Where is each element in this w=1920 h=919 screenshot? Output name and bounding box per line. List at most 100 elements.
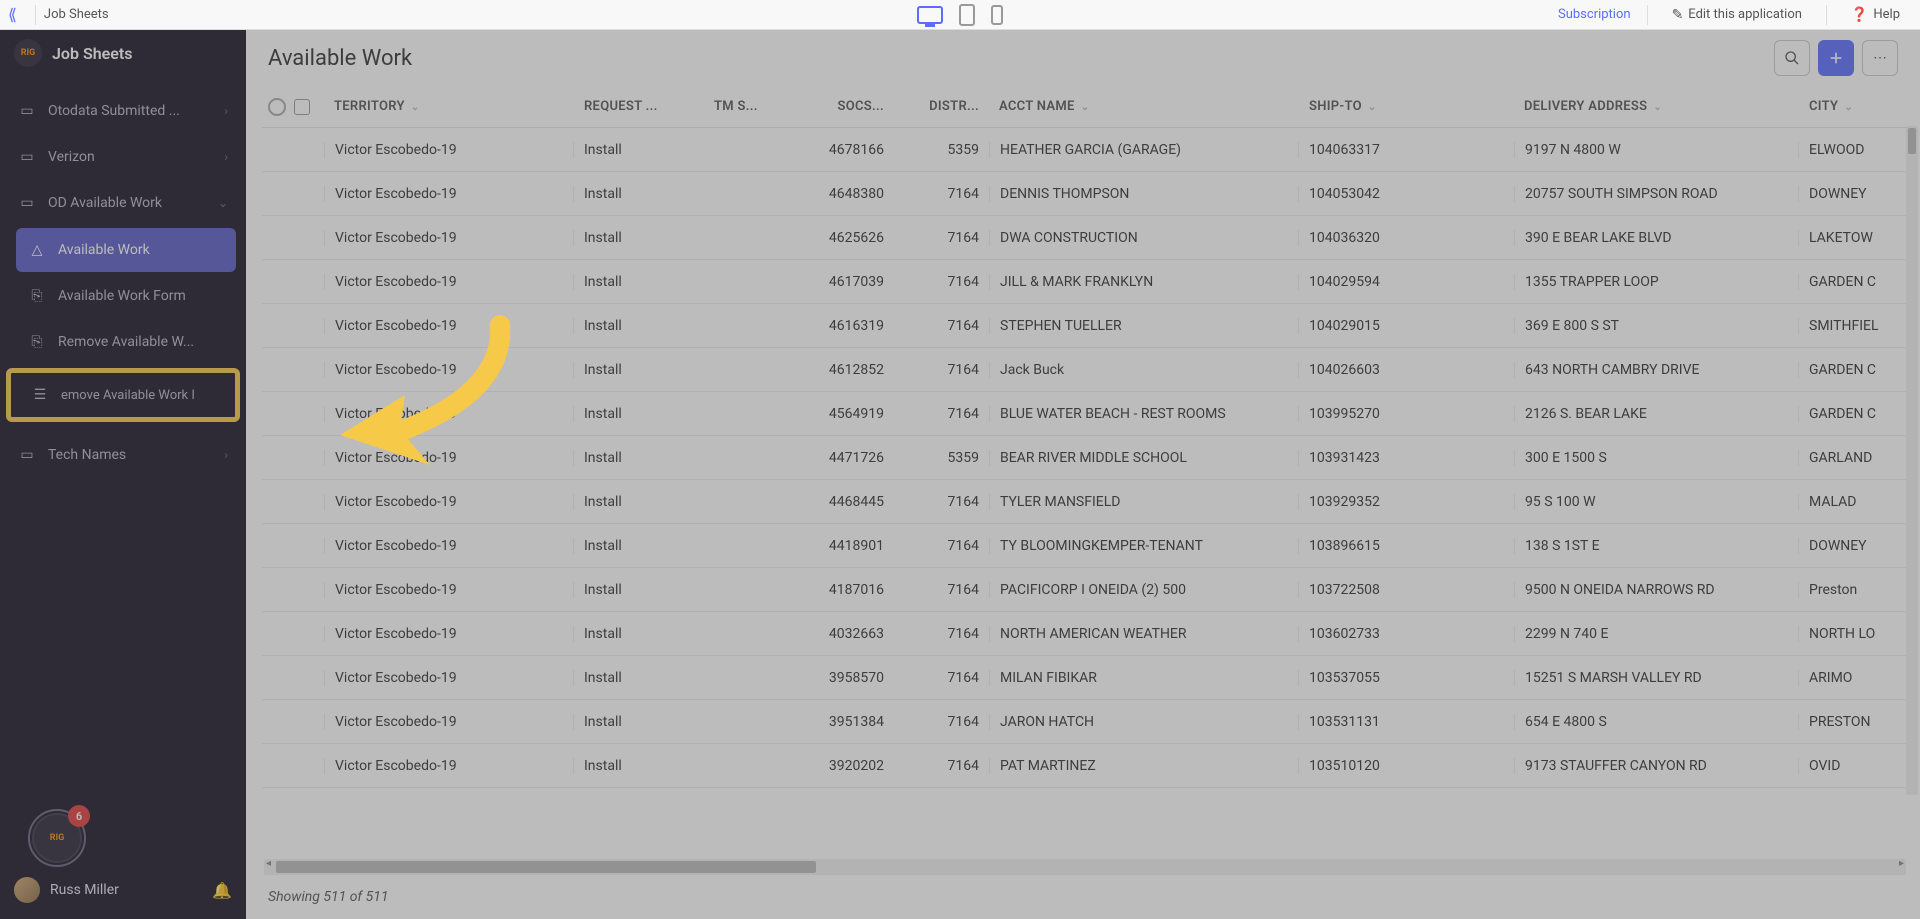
cell-territory: Victor Escobedo-19 [324,450,574,466]
user-avatar [14,877,40,903]
workspace-avatar[interactable]: RIG 6 [28,809,86,867]
more-icon: ⋯ [1873,50,1887,66]
nav-available-work-form[interactable]: ⎘ Available Work Form [16,274,236,318]
cell-delivery: 643 NORTH CAMBRY DRIVE [1514,362,1799,378]
cell-socs: 4617039 [794,274,894,290]
cell-socs: 4468445 [794,494,894,510]
scroll-thumb[interactable] [1908,128,1916,154]
more-button[interactable]: ⋯ [1862,40,1898,76]
main: Available Work ⋯ TERRITORY⌄ REQUEST ... … [246,30,1920,919]
nav-od-available-work[interactable]: ▭ OD Available Work ⌄ [0,180,246,226]
subscription-link[interactable]: Subscription [1558,7,1631,22]
cell-acct: JILL & MARK FRANKLYN [989,274,1299,290]
tablet-icon[interactable] [959,4,975,26]
col-territory[interactable]: TERRITORY⌄ [324,99,574,114]
col-city[interactable]: CITY⌄ [1799,99,1919,114]
edit-app-button[interactable]: ✎Edit this application [1664,3,1810,27]
cell-socs: 4678166 [794,142,894,158]
nav-tech-names[interactable]: ▭ Tech Names › [0,432,246,478]
breadcrumb[interactable]: Job Sheets [44,7,109,22]
table-row[interactable]: Victor Escobedo-19Install39585707164MILA… [262,656,1906,700]
nav-remove-available-work-list[interactable]: ☰ emove Available Work I [13,375,233,415]
cell-acct: DWA CONSTRUCTION [989,230,1299,246]
cell-distr: 7164 [894,538,989,554]
table-row[interactable]: Victor Escobedo-19Install46170397164JILL… [262,260,1906,304]
table-row[interactable]: Victor Escobedo-19Install46256267164DWA … [262,216,1906,260]
table-row[interactable]: Victor Escobedo-19Install39202027164PAT … [262,744,1906,788]
cell-shipto: 104053042 [1299,186,1514,202]
app-logo: RIG [14,39,42,67]
cell-socs: 4648380 [794,186,894,202]
cell-shipto: 104026603 [1299,362,1514,378]
table-row[interactable]: Victor Escobedo-19Install40326637164NORT… [262,612,1906,656]
cell-delivery: 2299 N 740 E [1514,626,1799,642]
cell-socs: 3951384 [794,714,894,730]
col-acct[interactable]: ACCT NAME⌄ [989,99,1299,114]
cell-delivery: 654 E 4800 S [1514,714,1799,730]
col-socs[interactable]: SOCS... [794,99,894,114]
table-row[interactable]: Victor Escobedo-19Install46781665359HEAT… [262,128,1906,172]
cell-territory: Victor Escobedo-19 [324,186,574,202]
nav-remove-available-work[interactable]: ⎘ Remove Available W... [16,320,236,364]
table-row[interactable]: Victor Escobedo-19Install44684457164TYLE… [262,480,1906,524]
back-icon[interactable]: ⟪ [8,5,17,24]
chevron-right-icon: › [224,150,228,164]
nav-label: emove Available Work I [61,388,215,403]
table-row[interactable]: Victor Escobedo-19Install44189017164TY B… [262,524,1906,568]
scroll-thumb[interactable] [276,861,816,873]
table-row[interactable]: Victor Escobedo-19Install44717265359BEAR… [262,436,1906,480]
cell-distr: 7164 [894,494,989,510]
cell-request: Install [574,362,704,378]
cell-distr: 7164 [894,318,989,334]
cell-city: SMITHFIEL [1799,318,1906,334]
nav-available-work[interactable]: △ Available Work [16,228,236,272]
cell-shipto: 103602733 [1299,626,1514,642]
cell-shipto: 103722508 [1299,582,1514,598]
col-distr[interactable]: DISTR... [894,99,989,114]
cell-acct: TY BLOOMINGKEMPER-TENANT [989,538,1299,554]
table-row[interactable]: Victor Escobedo-19Install46163197164STEP… [262,304,1906,348]
vertical-scrollbar[interactable] [1906,126,1918,795]
cell-acct: PACIFICORP I ONEIDA (2) 500 [989,582,1299,598]
cell-acct: STEPHEN TUELLER [989,318,1299,334]
cell-socs: 3920202 [794,758,894,774]
chevron-right-icon: › [224,104,228,118]
sort-icon: ⌄ [1368,102,1377,113]
cell-territory: Victor Escobedo-19 [324,758,574,774]
table-row[interactable]: Victor Escobedo-19Install46128527164Jack… [262,348,1906,392]
cell-shipto: 103896615 [1299,538,1514,554]
table-row[interactable]: Victor Escobedo-19Install39513847164JARO… [262,700,1906,744]
col-delivery[interactable]: DELIVERY ADDRESS⌄ [1514,99,1799,114]
header-actions: ⋯ [1774,40,1898,76]
col-shipto[interactable]: SHIP-TO⌄ [1299,99,1514,114]
mobile-icon[interactable] [991,5,1003,25]
horizontal-scrollbar[interactable] [264,859,1906,875]
eye-icon[interactable] [268,98,286,116]
nav-otodata-submitted[interactable]: ▭ Otodata Submitted ... › [0,88,246,134]
col-request[interactable]: REQUEST ... [574,99,704,114]
cell-distr: 5359 [894,450,989,466]
cell-distr: 7164 [894,626,989,642]
col-label: DISTR... [929,99,979,114]
nav-label: Remove Available W... [58,334,224,350]
add-button[interactable] [1818,40,1854,76]
nav-verizon[interactable]: ▭ Verizon › [0,134,246,180]
desktop-icon[interactable] [917,6,943,24]
help-button[interactable]: ❓Help [1843,3,1908,27]
cell-city: GARLAND [1799,450,1906,466]
edit-app-label: Edit this application [1688,7,1802,22]
bell-icon[interactable]: 🔔 [212,881,232,900]
search-button[interactable] [1774,40,1810,76]
col-tms[interactable]: TM S... [704,99,794,114]
cell-request: Install [574,406,704,422]
table-row[interactable]: Victor Escobedo-19Install45649197164BLUE… [262,392,1906,436]
cell-distr: 7164 [894,670,989,686]
select-all-checkbox[interactable] [294,99,310,115]
cell-territory: Victor Escobedo-19 [324,626,574,642]
user-row[interactable]: Russ Miller 🔔 [14,877,232,903]
cell-delivery: 9197 N 4800 W [1514,142,1799,158]
table-row[interactable]: Victor Escobedo-19Install46483807164DENN… [262,172,1906,216]
table-row[interactable]: Victor Escobedo-19Install41870167164PACI… [262,568,1906,612]
help-icon: ❓ [1851,7,1868,23]
cell-request: Install [574,274,704,290]
